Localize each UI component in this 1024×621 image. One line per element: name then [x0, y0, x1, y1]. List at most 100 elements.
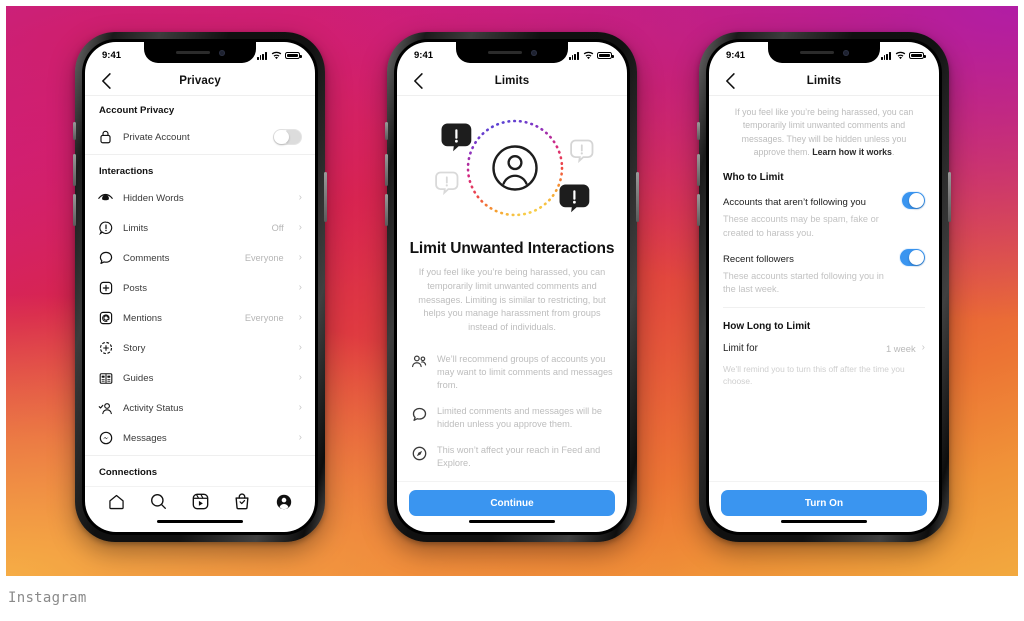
row-activity-status[interactable]: Activity Status ›	[85, 393, 315, 423]
option-title: Recent followers	[723, 253, 794, 265]
story-plus-icon	[98, 341, 113, 356]
row-comments[interactable]: Comments Everyone ›	[85, 243, 315, 273]
option-desc: These accounts started following you in …	[723, 270, 884, 294]
private-account-toggle[interactable]	[273, 129, 302, 145]
cellular-bars-icon	[880, 52, 891, 60]
page-title: Limits	[806, 74, 842, 87]
feature-text: Limited comments and messages will be hi…	[437, 406, 602, 430]
home-indicator	[397, 520, 627, 532]
row-value: Everyone	[244, 313, 284, 323]
phone-1-privacy: 9:41 Privacy Account Privacy Private Acc…	[73, 32, 327, 542]
feature-text: We’ll recommend groups of accounts you m…	[437, 353, 613, 391]
lock-icon	[98, 130, 113, 145]
cta-container: Turn On	[709, 481, 939, 520]
turn-on-button[interactable]: Turn On	[721, 490, 927, 516]
section-divider	[85, 455, 315, 456]
wifi-icon	[895, 51, 906, 60]
battery-full-icon	[285, 51, 302, 60]
headline: Limit Unwanted Interactions	[409, 240, 615, 257]
reminder-note: We’ll remind you to turn this off after …	[723, 363, 905, 386]
continue-button[interactable]: Continue	[409, 490, 615, 516]
volume-down-button[interactable]	[697, 194, 700, 226]
phone-2-limits-intro: 9:41 Limits Limit Unwanted Interactions …	[385, 32, 639, 542]
section-header-account-privacy: Account Privacy	[99, 105, 175, 116]
tab-reels[interactable]	[191, 493, 209, 511]
compass-explore-icon	[411, 445, 427, 461]
nav-bar: Privacy	[85, 66, 315, 96]
volume-up-button[interactable]	[73, 154, 76, 186]
privacy-settings-list: Account Privacy Private Account Interact…	[85, 96, 315, 486]
volume-up-button[interactable]	[385, 154, 388, 186]
limit-for-value: 1 week	[885, 342, 916, 354]
row-label: Messages	[123, 432, 167, 444]
phone-2-bezel: 9:41 Limits Limit Unwanted Interactions …	[394, 39, 630, 535]
battery-full-icon	[909, 51, 926, 60]
feature-item: This won’t affect your reach in Feed and…	[411, 444, 613, 470]
phone-3-bezel: 9:41 Limits If you feel like you’re bein…	[706, 39, 942, 535]
learn-how-it-works-link[interactable]: Learn how it works	[812, 147, 892, 157]
option-text: Recent followers These accounts started …	[723, 249, 892, 296]
mute-switch[interactable]	[385, 122, 388, 140]
row-label: Hidden Words	[123, 192, 184, 204]
image-caption: Instagram	[8, 590, 87, 606]
chevron-right-icon: ›	[298, 252, 302, 263]
row-mentions[interactable]: Mentions Everyone ›	[85, 303, 315, 333]
option-accounts-not-following[interactable]: Accounts that aren’t following you These…	[709, 183, 939, 239]
phone-3-screen: 9:41 Limits If you feel like you’re bein…	[709, 42, 939, 532]
volume-down-button[interactable]	[73, 194, 76, 226]
row-story[interactable]: Story ›	[85, 333, 315, 363]
feature-item: Limited comments and messages will be hi…	[411, 405, 613, 431]
status-indicators	[880, 51, 926, 60]
option-title: Accounts that aren’t following you	[723, 197, 866, 209]
chevron-right-icon: ›	[298, 432, 302, 443]
section-header-who-to-limit: Who to Limit	[723, 172, 784, 184]
hidden-words-eye-icon	[98, 191, 113, 206]
feature-list: We’ll recommend groups of accounts you m…	[397, 335, 627, 470]
volume-down-button[interactable]	[385, 194, 388, 226]
row-value: Off	[271, 223, 284, 233]
row-value: Everyone	[244, 253, 284, 263]
activity-status-icon	[98, 401, 113, 416]
tab-home[interactable]	[107, 493, 125, 511]
volume-up-button[interactable]	[697, 154, 700, 186]
row-label: Story	[123, 342, 146, 354]
row-hidden-words[interactable]: Hidden Words ›	[85, 183, 315, 213]
intro-tail: .	[891, 147, 895, 158]
accounts-not-following-toggle[interactable]	[902, 192, 925, 210]
section-header-connections: Connections	[99, 467, 158, 478]
guides-book-icon	[98, 371, 113, 386]
battery-full-icon	[597, 51, 614, 60]
phone-1-screen: 9:41 Privacy Account Privacy Private Acc…	[85, 42, 315, 532]
power-button[interactable]	[948, 172, 951, 222]
chevron-right-icon: ›	[298, 372, 302, 383]
phone-2-screen: 9:41 Limits Limit Unwanted Interactions …	[397, 42, 627, 532]
tab-profile[interactable]	[275, 493, 293, 511]
recent-followers-toggle[interactable]	[899, 248, 925, 266]
limit-unwanted-interactions-illustration	[397, 110, 627, 232]
page-title: Limits	[494, 74, 530, 87]
power-button[interactable]	[636, 172, 639, 222]
wifi-icon	[271, 51, 282, 60]
row-private-account[interactable]: Private Account	[85, 122, 315, 152]
mute-switch[interactable]	[73, 122, 76, 140]
nav-bar: Limits	[709, 66, 939, 96]
row-messages[interactable]: Messages ›	[85, 423, 315, 453]
at-mention-icon	[98, 311, 113, 326]
mute-switch[interactable]	[697, 122, 700, 140]
row-posts[interactable]: Posts ›	[85, 273, 315, 303]
intro-paragraph: If you feel like you’re being harassed, …	[709, 96, 939, 159]
tab-search[interactable]	[149, 493, 167, 511]
nav-bar: Limits	[397, 66, 627, 96]
row-label: Limits	[123, 222, 149, 234]
power-button[interactable]	[324, 172, 327, 222]
cellular-bars-icon	[256, 52, 267, 60]
row-limits[interactable]: Limits Off ›	[85, 213, 315, 243]
section-header-how-long-to-limit: How Long to Limit	[723, 320, 811, 332]
body-copy: If you feel like you’re being harassed, …	[418, 267, 606, 333]
home-indicator	[709, 520, 939, 532]
tab-shop[interactable]	[233, 493, 251, 511]
option-recent-followers[interactable]: Recent followers These accounts started …	[709, 240, 939, 296]
limits-config-content: If you feel like you’re being harassed, …	[709, 96, 939, 481]
row-limit-for[interactable]: Limit for 1 week ›	[709, 332, 939, 354]
row-guides[interactable]: Guides ›	[85, 363, 315, 393]
